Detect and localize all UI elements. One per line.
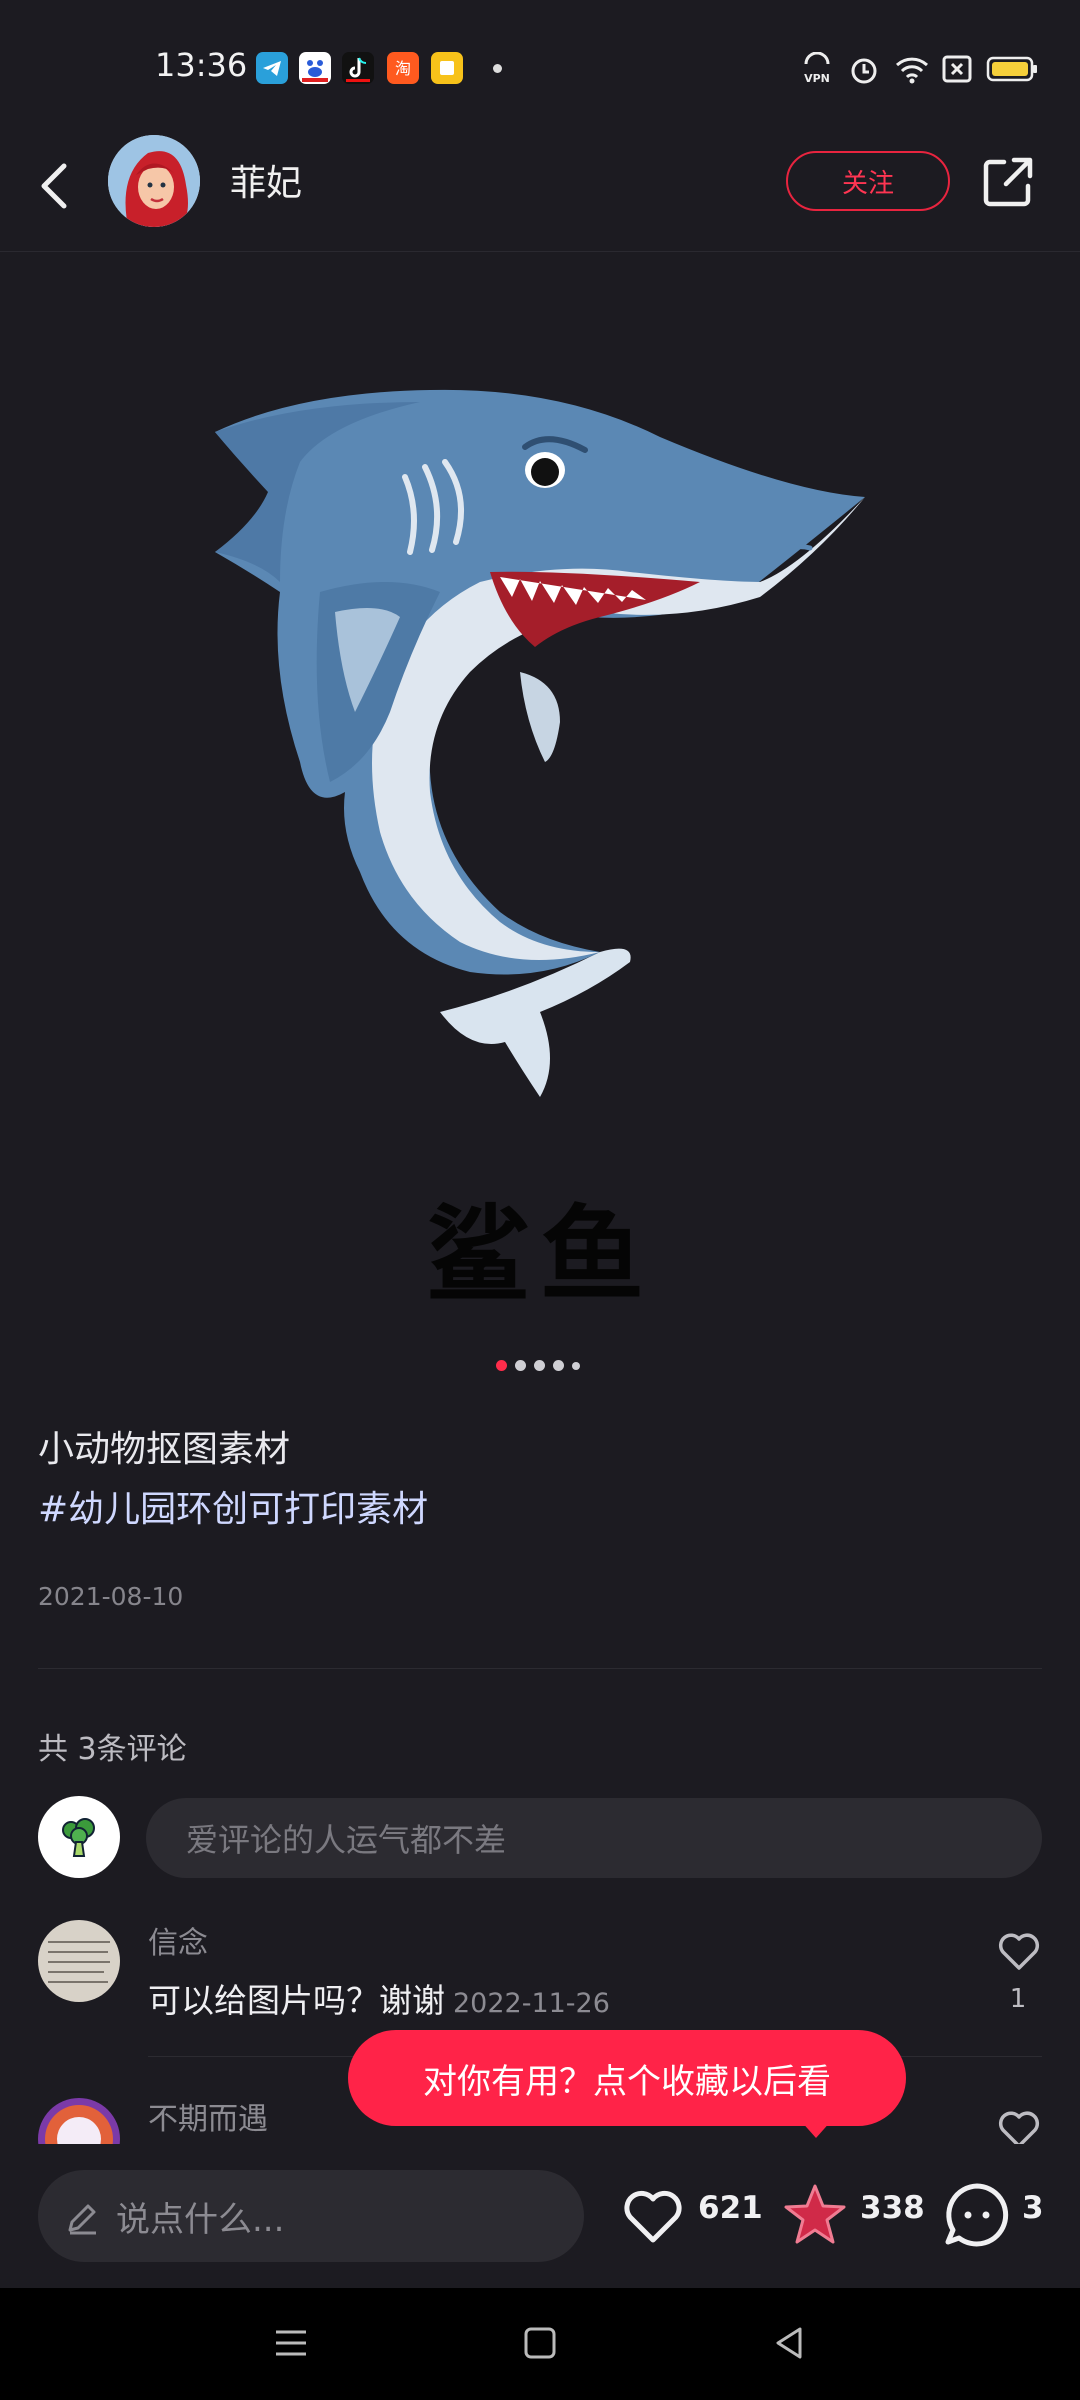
say-something-input[interactable]: 说点什么... xyxy=(38,2170,584,2262)
post-header: 菲妃 关注 xyxy=(0,130,1080,252)
toast-pointer xyxy=(800,2120,832,2138)
svg-text:VPN: VPN xyxy=(804,72,830,85)
pencil-icon xyxy=(68,2204,96,2235)
comment-bubble-icon[interactable] xyxy=(942,2180,1012,2250)
follow-button[interactable]: 关注 xyxy=(786,151,950,211)
home-icon[interactable] xyxy=(515,2318,565,2368)
pager-dot[interactable] xyxy=(496,1360,507,1371)
heart-icon xyxy=(998,1933,1040,1970)
image-pager[interactable] xyxy=(496,1360,580,1371)
my-avatar xyxy=(38,1796,120,1878)
pager-dot[interactable] xyxy=(515,1360,526,1371)
say-something-placeholder: 说点什么... xyxy=(116,2199,285,2240)
share-icon xyxy=(983,157,1033,207)
notes-icon xyxy=(431,52,463,84)
favorite-star-icon[interactable] xyxy=(780,2180,850,2250)
shark-illustration xyxy=(215,389,865,1097)
battery-icon xyxy=(986,56,1037,82)
telegram-icon xyxy=(256,52,288,84)
back-button[interactable] xyxy=(30,156,90,216)
bottom-action-bar: 说点什么... 621 338 3 xyxy=(0,2144,1080,2288)
like-count: 621 xyxy=(698,2190,763,2226)
status-bar: 13:36 淘 VPN xyxy=(0,0,1080,130)
comment-count-label: 共 3条评论 xyxy=(38,1732,187,1767)
pager-dot[interactable] xyxy=(534,1360,545,1371)
like-heart-icon[interactable] xyxy=(618,2180,688,2250)
comment-input[interactable]: 爱评论的人运气都不差 xyxy=(146,1798,1042,1878)
wifi-icon xyxy=(895,57,929,84)
commenter-avatar[interactable] xyxy=(38,1920,120,2002)
image-title-text: 鲨鱼 xyxy=(425,1193,654,1316)
divider xyxy=(38,1668,1042,1669)
broccoli-icon xyxy=(62,1818,95,1857)
favorite-count: 338 xyxy=(860,2190,925,2226)
vpn-icon: VPN xyxy=(804,52,830,85)
alarm-icon xyxy=(851,58,877,84)
taobao-icon: 淘 xyxy=(387,52,419,84)
svg-text:淘: 淘 xyxy=(395,59,411,78)
post-date: 2021-08-10 xyxy=(38,1582,184,1611)
back-nav-icon[interactable] xyxy=(764,2318,814,2368)
favorite-tip-toast[interactable]: 对你有用？点个收藏以后看 xyxy=(348,2030,906,2126)
comment-count: 3 xyxy=(1022,2190,1044,2226)
system-nav-bar xyxy=(0,2288,1080,2400)
tiktok-icon xyxy=(342,52,374,84)
pager-dot[interactable] xyxy=(553,1360,564,1371)
menu-icon[interactable] xyxy=(266,2318,316,2368)
description-text: 小动物抠图素材 xyxy=(38,1429,291,1470)
comment-body: 可以给图片吗？谢谢 xyxy=(148,1981,445,2020)
status-time: 13:36 xyxy=(155,46,248,84)
comment-date: 2022-11-26 xyxy=(453,1988,610,2019)
post-description: 小动物抠图素材 #幼儿园环创可打印素材 xyxy=(38,1420,428,1540)
pager-dot[interactable] xyxy=(572,1361,580,1370)
sim-icon xyxy=(942,55,972,83)
author-avatar[interactable] xyxy=(108,135,200,227)
hashtag-link[interactable]: #幼儿园环创可打印素材 xyxy=(38,1480,428,1540)
commenter-name[interactable]: 信念 xyxy=(148,1918,208,1962)
commenter-name[interactable]: 不期而遇 xyxy=(148,2094,268,2138)
share-button[interactable] xyxy=(980,154,1036,210)
author-name[interactable]: 菲妃 xyxy=(230,154,302,206)
comment-like-button[interactable] xyxy=(994,1926,1044,1976)
chevron-left-icon xyxy=(41,163,67,209)
comment-like-count: 1 xyxy=(1009,1984,1027,2014)
baidu-icon xyxy=(299,52,331,84)
notification-dot xyxy=(493,64,502,73)
status-icons-right: VPN xyxy=(800,52,1038,86)
comment-text: 可以给图片吗？谢谢 2022-11-26 xyxy=(148,1974,610,2022)
